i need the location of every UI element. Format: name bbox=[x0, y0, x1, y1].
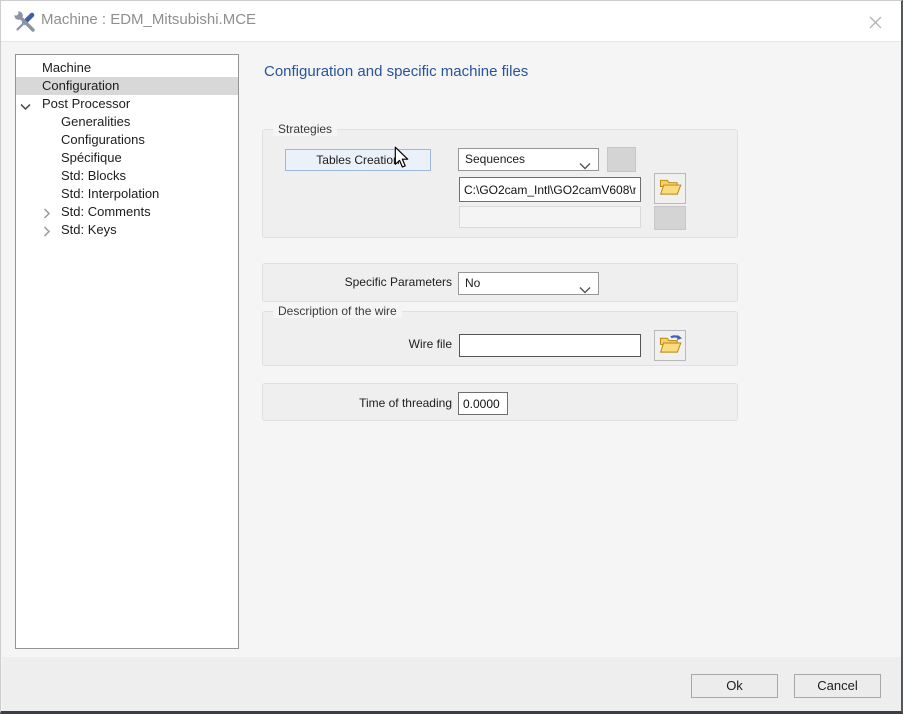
folder-icon bbox=[659, 177, 682, 201]
sequences-dropdown[interactable]: Sequences bbox=[458, 148, 599, 171]
page-title: Configuration and specific machine files bbox=[264, 63, 528, 80]
tree-item-machine[interactable]: Machine bbox=[16, 59, 238, 77]
tree-item-label: Configurations bbox=[16, 131, 145, 149]
tree-item-label: Post Processor bbox=[16, 95, 130, 113]
tools-icon bbox=[13, 10, 37, 34]
tree-item-std-keys[interactable]: Std: Keys bbox=[16, 221, 238, 239]
machine-tree: MachineConfigurationPost ProcessorGenera… bbox=[15, 54, 239, 649]
title-bar: Machine : EDM_Mitsubishi.MCE bbox=[1, 1, 901, 42]
ok-button[interactable]: Ok bbox=[691, 674, 778, 698]
machine-dialog: Machine : EDM_Mitsubishi.MCE MachineConf… bbox=[0, 0, 903, 714]
tree-item-label: Machine bbox=[16, 59, 91, 77]
tree-item-configuration[interactable]: Configuration bbox=[16, 77, 238, 95]
browse-macro-folder-button[interactable] bbox=[654, 173, 686, 204]
tree-item-label: Std: Keys bbox=[16, 221, 117, 239]
tree-item-configurations[interactable]: Configurations bbox=[16, 131, 238, 149]
wire-file-label: Wire file bbox=[263, 337, 452, 351]
threading-panel: Time of threading bbox=[262, 383, 738, 421]
specific-parameters-dropdown-value: No bbox=[465, 276, 480, 290]
tree-item-label: Std: Interpolation bbox=[16, 185, 159, 203]
tree-item-std-blocks[interactable]: Std: Blocks bbox=[16, 167, 238, 185]
chevron-right-icon[interactable] bbox=[43, 206, 55, 218]
tree-item-label: Generalities bbox=[16, 113, 130, 131]
wire-file-field[interactable] bbox=[459, 334, 641, 357]
time-of-threading-field[interactable] bbox=[458, 392, 508, 415]
tables-creation-button[interactable]: Tables Creation bbox=[285, 149, 431, 171]
tree-item-sp-cifique[interactable]: Spécifique bbox=[16, 149, 238, 167]
folder-open-icon bbox=[659, 333, 682, 359]
specific-parameters-panel: Specific Parameters No bbox=[262, 263, 738, 302]
cancel-button[interactable]: Cancel bbox=[794, 674, 881, 698]
tree-item-post-processor[interactable]: Post Processor bbox=[16, 95, 238, 113]
wire-group: Description of the wire Wire file bbox=[262, 311, 738, 366]
window-title: Machine : EDM_Mitsubishi.MCE bbox=[41, 11, 256, 28]
time-of-threading-label: Time of threading bbox=[263, 396, 452, 410]
macro-path-field[interactable] bbox=[459, 177, 641, 202]
chevron-right-icon[interactable] bbox=[43, 224, 55, 236]
chevron-down-icon[interactable] bbox=[20, 98, 32, 110]
tree-item-std-interpolation[interactable]: Std: Interpolation bbox=[16, 185, 238, 203]
disabled-square-button-top bbox=[607, 147, 636, 172]
tree-item-std-comments[interactable]: Std: Comments bbox=[16, 203, 238, 221]
disabled-square-button-bottom bbox=[654, 206, 686, 230]
specific-parameters-dropdown[interactable]: No bbox=[458, 272, 599, 295]
tree-item-label: Configuration bbox=[16, 77, 119, 95]
sequences-dropdown-value: Sequences bbox=[465, 152, 525, 166]
tree-item-label: Std: Comments bbox=[16, 203, 151, 221]
tree-item-generalities[interactable]: Generalities bbox=[16, 113, 238, 131]
strategies-group-label: Strategies bbox=[273, 122, 337, 136]
tree-item-label: Spécifique bbox=[16, 149, 122, 167]
chevron-down-icon bbox=[579, 156, 591, 177]
specific-parameters-label: Specific Parameters bbox=[263, 275, 452, 289]
tree-item-label: Std: Blocks bbox=[16, 167, 126, 185]
strategies-group: Strategies Tables Creation Sequences bbox=[262, 129, 738, 238]
secondary-path-field bbox=[459, 206, 641, 228]
chevron-down-icon bbox=[579, 280, 591, 301]
browse-wire-file-button[interactable] bbox=[654, 330, 686, 361]
close-icon[interactable] bbox=[865, 12, 885, 32]
wire-group-label: Description of the wire bbox=[273, 304, 402, 318]
